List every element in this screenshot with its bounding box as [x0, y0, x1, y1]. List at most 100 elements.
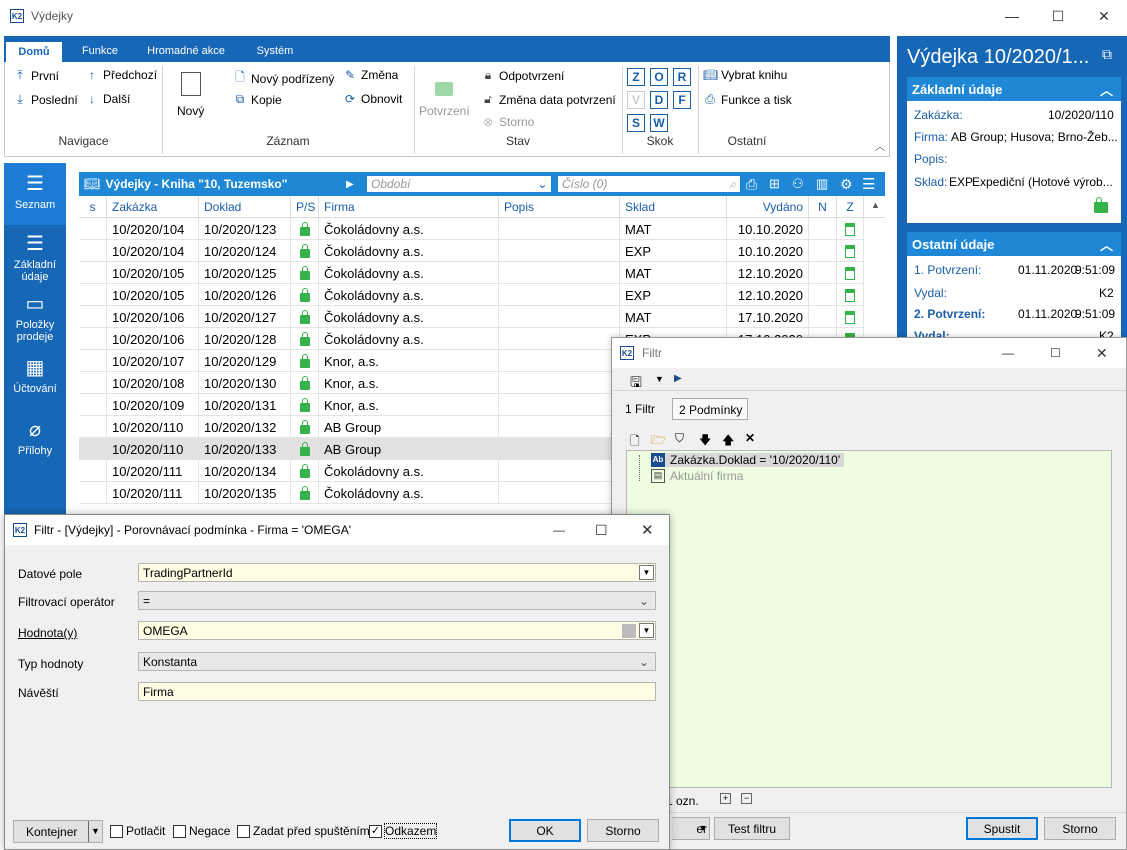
- jump-r-button[interactable]: R: [673, 68, 691, 86]
- binoculars-icon[interactable]: ⚇: [792, 176, 804, 192]
- negation-checkbox[interactable]: Negace: [173, 824, 230, 839]
- change-confirm-date-button[interactable]: 🔓︎ Změna data potvrzení: [481, 92, 616, 107]
- chevron-down-icon[interactable]: ▼: [655, 374, 664, 384]
- maximize-button[interactable]: ☐: [595, 522, 608, 539]
- move-down-icon[interactable]: 🡇: [699, 431, 711, 452]
- col-doklad[interactable]: Doklad: [199, 196, 291, 218]
- play-dropdown-icon[interactable]: ▶: [346, 179, 354, 190]
- firma-value[interactable]: AB Group; Husova; Brno-Žeb...: [951, 130, 1118, 144]
- new-child-button[interactable]: 🗋 Nový podřízený: [233, 68, 334, 89]
- table-row[interactable]: 10/2020/105 10/2020/126 Čokoládovny a.s. EX…: [79, 284, 864, 306]
- change-button[interactable]: ✎ Změna: [343, 68, 398, 82]
- copy-button[interactable]: ⧉ Kopie: [233, 92, 282, 107]
- tab-functions[interactable]: Funkce: [70, 40, 130, 62]
- functions-print-button[interactable]: ⎙ Funkce a tisk: [703, 92, 792, 107]
- sidebar-item-accounting[interactable]: ▦ Účtování: [4, 351, 66, 411]
- jump-o-button[interactable]: O: [650, 68, 668, 86]
- table-row[interactable]: 10/2020/106 10/2020/127 Čokoládovny a.s. MA…: [79, 306, 864, 328]
- confirm-button[interactable]: Potvrzení: [419, 72, 470, 118]
- tab-system[interactable]: Systém: [242, 40, 308, 62]
- number-search-input[interactable]: Číslo (0) ⌕: [557, 175, 741, 193]
- value-input[interactable]: OMEGA ▼: [138, 621, 656, 640]
- sidebar-item-sales-items[interactable]: ▭ Položky prodeje: [4, 289, 66, 349]
- sidebar-item-basic[interactable]: ☰ Základní údaje: [4, 227, 66, 287]
- save-icon[interactable]: 🖫: [630, 372, 642, 396]
- close-button[interactable]: ✕: [1096, 345, 1108, 362]
- period-input[interactable]: Období ⌄: [366, 175, 552, 193]
- data-field-select[interactable]: TradingPartnerId ▼: [138, 563, 656, 582]
- lookup-icon[interactable]: [622, 624, 636, 638]
- gear-icon[interactable]: ⚙: [840, 176, 853, 193]
- value-type-select[interactable]: Konstanta ⌄: [138, 652, 656, 671]
- next-button[interactable]: ↓ Další: [85, 92, 130, 106]
- sklad-value[interactable]: Expediční (Hotové výrob...: [972, 175, 1113, 189]
- minimize-button[interactable]: —: [1002, 346, 1014, 360]
- jump-f-button[interactable]: F: [673, 91, 691, 109]
- maximize-button[interactable]: ☐: [1050, 346, 1061, 360]
- previous-button[interactable]: ↑ Předchozí: [85, 68, 157, 82]
- collapse-ribbon-icon[interactable]: ︿: [875, 138, 885, 153]
- table-row[interactable]: 10/2020/104 10/2020/123 Čokoládovny a.s. MA…: [79, 218, 864, 240]
- suppress-checkbox[interactable]: Potlačit: [110, 824, 165, 839]
- condition-item[interactable]: ▤ Aktuální firma: [651, 469, 743, 483]
- table-row[interactable]: 10/2020/104 10/2020/124 Čokoládovny a.s. EX…: [79, 240, 864, 262]
- jump-d-button[interactable]: D: [650, 91, 668, 109]
- jump-z-button[interactable]: Z: [627, 68, 645, 86]
- jump-v-button[interactable]: V: [627, 91, 645, 109]
- test-filter-button[interactable]: Test filtru: [714, 817, 790, 840]
- minimize-button[interactable]: —: [553, 523, 565, 537]
- cancel-button[interactable]: Storno: [587, 819, 659, 842]
- refresh-button[interactable]: ⟳ Obnovit: [343, 92, 402, 106]
- ok-button[interactable]: OK: [509, 819, 581, 842]
- open-external-icon[interactable]: ⧉: [1102, 46, 1112, 63]
- move-up-icon[interactable]: 🡅: [722, 431, 734, 452]
- condition-item[interactable]: Ab Zakázka.Doklad = '10/2020/110': [651, 453, 845, 467]
- filter-icon[interactable]: ⊞: [769, 176, 780, 192]
- operator-select[interactable]: = ⌄: [138, 591, 656, 610]
- tab-bulk-actions[interactable]: Hromadné akce: [138, 40, 234, 62]
- basic-info-header[interactable]: Základní údaje ︿: [907, 77, 1121, 101]
- minimize-button[interactable]: —: [989, 0, 1035, 32]
- expand-icon[interactable]: +: [720, 793, 731, 804]
- other-info-header[interactable]: Ostatní údaje ︿: [907, 232, 1121, 256]
- col-zakazka[interactable]: Zakázka: [107, 196, 199, 218]
- col-z[interactable]: Z: [837, 196, 864, 218]
- maximize-button[interactable]: ☐: [1035, 0, 1081, 32]
- collapse-icon[interactable]: −: [741, 793, 752, 804]
- open-folder-icon[interactable]: 🗁: [651, 431, 666, 452]
- tab-home[interactable]: Domů: [6, 40, 62, 62]
- col-ps[interactable]: P/S: [291, 196, 319, 218]
- by-reference-checkbox[interactable]: ✓ Odkazem: [369, 823, 438, 839]
- container-button[interactable]: Kontejner ▼: [13, 820, 103, 843]
- choose-book-button[interactable]: 📖︎ Vybrat knihu: [703, 68, 787, 82]
- ask-before-run-checkbox[interactable]: Zadat před spuštěním: [237, 824, 370, 839]
- run-button[interactable]: Spustit: [966, 817, 1038, 840]
- columns-icon[interactable]: ▥: [816, 176, 828, 192]
- col-n[interactable]: N: [809, 196, 837, 218]
- last-button[interactable]: ⤓ Poslední: [13, 92, 77, 107]
- new-button[interactable]: Nový: [177, 72, 204, 118]
- print-icon[interactable]: ⎙: [746, 176, 757, 193]
- col-popis[interactable]: Popis: [499, 196, 620, 218]
- scroll-up-icon[interactable]: ▲: [871, 200, 880, 210]
- close-button[interactable]: ✕: [641, 521, 654, 539]
- sidebar-item-attachments[interactable]: ⌀ Přílohy: [4, 413, 66, 473]
- menu-icon[interactable]: ☰: [862, 175, 875, 193]
- jump-s-button[interactable]: S: [627, 114, 645, 132]
- sidebar-item-list[interactable]: ☰ Seznam: [4, 163, 66, 225]
- first-button[interactable]: ⤒ První: [13, 68, 59, 83]
- delete-icon[interactable]: ✕: [745, 431, 755, 445]
- unconfirm-button[interactable]: 🔒︎ Odpotvrzení: [481, 68, 565, 83]
- storno-button[interactable]: ⊗ Storno: [481, 115, 534, 129]
- col-firma[interactable]: Firma: [319, 196, 499, 218]
- close-button[interactable]: ✕: [1081, 0, 1127, 32]
- funnel-icon[interactable]: ⛉: [675, 431, 684, 446]
- run-arrow-icon[interactable]: ▶: [674, 373, 682, 384]
- col-vydano[interactable]: Vydáno: [727, 196, 809, 218]
- table-row[interactable]: 10/2020/105 10/2020/125 Čokoládovny a.s. MA…: [79, 262, 864, 284]
- tab-filter[interactable]: 1 Filtr: [625, 402, 655, 416]
- col-sklad[interactable]: Sklad: [620, 196, 727, 218]
- tab-conditions[interactable]: 2 Podmínky: [672, 398, 748, 420]
- col-s[interactable]: s: [79, 196, 107, 218]
- cancel-button[interactable]: Storno: [1044, 817, 1116, 840]
